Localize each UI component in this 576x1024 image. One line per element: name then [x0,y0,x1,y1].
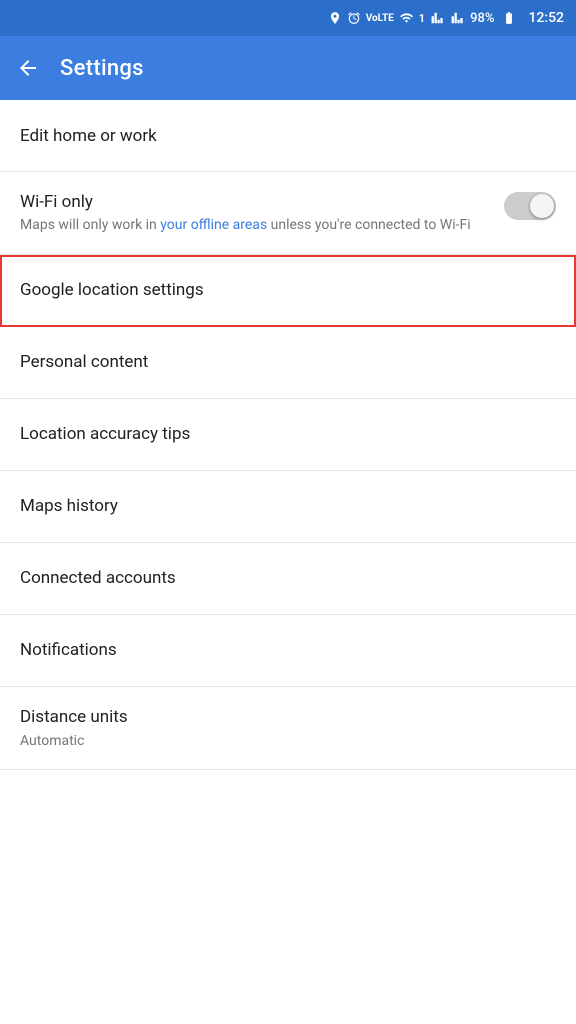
settings-item-title: Notifications [20,640,556,660]
signal-icon [430,11,446,25]
settings-item-title: Edit home or work [20,126,556,146]
settings-item-text: Maps history [20,496,556,516]
settings-item-distance-units[interactable]: Distance units Automatic [0,687,576,770]
settings-item-google-location-settings[interactable]: Google location settings [0,255,576,327]
battery-percent: 98% [470,11,494,26]
location-icon [328,11,342,25]
wifi-only-toggle[interactable] [504,192,556,220]
settings-item-maps-history[interactable]: Maps history [0,471,576,543]
settings-item-text: Connected accounts [20,568,556,588]
offline-areas-link[interactable]: your offline areas [160,217,267,233]
settings-item-wifi-only[interactable]: Wi-Fi only Maps will only work in your o… [0,172,576,255]
settings-item-edit-home-work[interactable]: Edit home or work [0,100,576,172]
settings-item-text: Edit home or work [20,126,556,146]
wifi-icon [399,11,414,25]
notification-badge: 1 [419,12,425,25]
settings-list: Edit home or work Wi-Fi only Maps will o… [0,100,576,770]
settings-item-title: Maps history [20,496,556,516]
settings-item-text: Wi-Fi only Maps will only work in your o… [20,190,504,236]
settings-item-text: Notifications [20,640,556,660]
status-icons: VoLTE 1 98% 12:52 [328,10,564,26]
settings-item-location-accuracy-tips[interactable]: Location accuracy tips [0,399,576,471]
settings-item-text: Google location settings [20,280,556,300]
settings-item-text: Location accuracy tips [20,424,556,444]
alarm-icon [347,11,361,25]
settings-item-notifications[interactable]: Notifications [0,615,576,687]
app-bar: Settings [0,36,576,100]
page-title: Settings [60,56,144,81]
settings-item-subtitle: Automatic [20,733,556,749]
status-bar: VoLTE 1 98% 12:52 [0,0,576,36]
status-time: 12:52 [528,10,564,26]
settings-item-title: Personal content [20,352,556,372]
settings-item-title: Distance units [20,707,556,727]
settings-item-title: Connected accounts [20,568,556,588]
settings-item-text: Distance units Automatic [20,707,556,749]
signal2-icon [451,11,465,25]
settings-item-title: Google location settings [20,280,556,300]
settings-item-title: Location accuracy tips [20,424,556,444]
settings-item-title: Wi-Fi only [20,192,504,212]
battery-icon [499,11,519,25]
settings-item-personal-content[interactable]: Personal content [0,327,576,399]
back-button[interactable] [16,56,40,80]
toggle-knob [530,194,554,218]
settings-item-connected-accounts[interactable]: Connected accounts [0,543,576,615]
volte-icon: VoLTE [366,13,394,24]
settings-item-text: Personal content [20,352,556,372]
settings-item-subtitle: Maps will only work in your offline area… [20,216,504,236]
